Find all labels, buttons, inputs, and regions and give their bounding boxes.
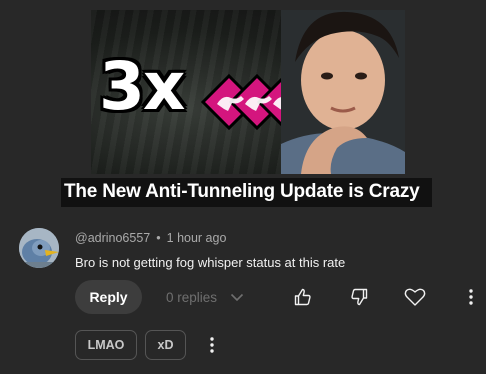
comment-meta: @adrino6557 • 1 hour ago (75, 231, 226, 245)
comment-time[interactable]: 1 hour ago (167, 231, 227, 245)
streamer-photo (281, 10, 405, 174)
thumbnail-text: 3x (99, 48, 185, 125)
reply-button[interactable]: Reply (75, 280, 142, 314)
thumbs-up-icon[interactable] (293, 287, 313, 307)
video-thumbnail[interactable]: 3x (91, 10, 405, 174)
heart-icon[interactable] (404, 287, 426, 307)
thumbs-down-icon[interactable] (349, 287, 369, 307)
more-vert-icon[interactable] (465, 288, 477, 306)
replies-count: 0 replies (166, 290, 218, 305)
comment-author[interactable]: @adrino6557 (75, 231, 150, 245)
more-vert-icon[interactable] (206, 336, 218, 354)
bird-avatar-icon (19, 228, 59, 268)
meta-separator: • (156, 231, 161, 245)
suggestion-chip-lmao[interactable]: LMAO (75, 330, 137, 360)
chevron-down-icon[interactable] (230, 290, 244, 304)
avatar[interactable] (19, 228, 59, 268)
video-title[interactable]: The New Anti-Tunneling Update is Crazy (64, 181, 420, 203)
suggestion-chip-xd[interactable]: xD (145, 330, 186, 360)
comment-text: Bro is not getting fog whisper status at… (75, 255, 346, 270)
